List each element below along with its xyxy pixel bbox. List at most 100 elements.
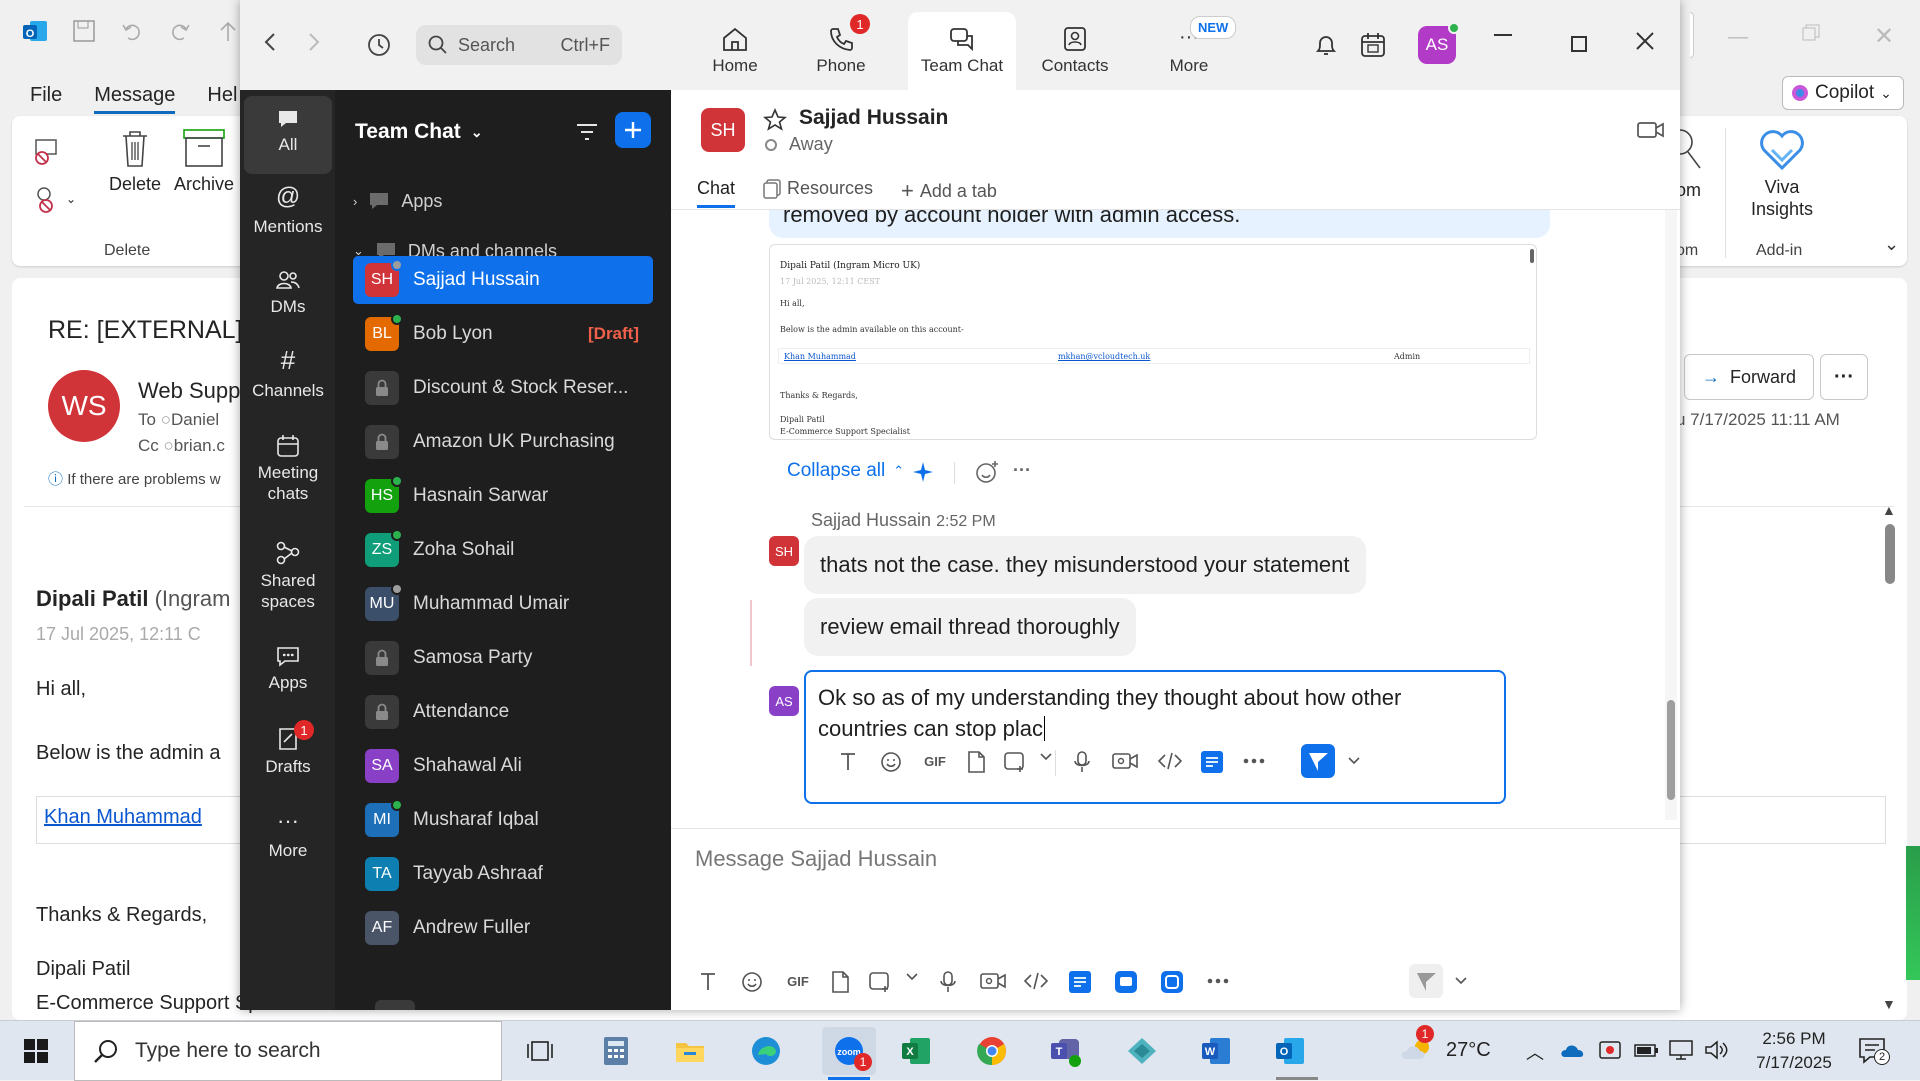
outlook-taskbar-icon[interactable]: O <box>1270 1031 1310 1071</box>
chat-list-item[interactable]: TA Tayyab Ashraaf <box>353 850 653 898</box>
menu-file[interactable]: File <box>30 84 62 114</box>
user-avatar[interactable]: AS <box>1418 22 1460 64</box>
weather-icon[interactable]: 1 <box>1400 1025 1436 1061</box>
chat-list-item[interactable]: Amazon UK Purchasing <box>353 418 653 466</box>
mail-scrollbar[interactable] <box>1885 524 1895 584</box>
back-icon[interactable] <box>262 30 278 54</box>
rail-shared-spaces[interactable]: Shared spaces <box>244 540 332 612</box>
reply-text[interactable]: Ok so as of my understanding they though… <box>818 682 1458 744</box>
tray-app-icon[interactable] <box>1598 1039 1622 1061</box>
minimize-icon[interactable] <box>1494 34 1512 36</box>
section-apps[interactable]: › Apps <box>353 190 442 212</box>
docs-app-icon[interactable] <box>1160 970 1184 994</box>
up-arrow-icon[interactable] <box>216 19 240 43</box>
chat-tab-chat[interactable]: Chat <box>697 178 736 208</box>
rail-drafts[interactable]: Drafts 1 <box>244 720 332 777</box>
ai-sparkle-icon[interactable] <box>911 460 935 484</box>
chat-list-item[interactable]: AF Andrew Fuller <box>353 904 653 952</box>
ribbon-expand-icon[interactable]: ⌄ <box>1884 234 1899 255</box>
network-icon[interactable] <box>1668 1039 1694 1061</box>
chat-list-item[interactable]: MU Muhammad Umair <box>353 580 653 628</box>
contact-avatar[interactable]: SH <box>701 108 745 152</box>
teal-app-icon[interactable] <box>1122 1031 1162 1071</box>
chat-list-item[interactable]: BL Bob Lyon [Draft] <box>353 310 653 358</box>
message-scrollbar[interactable] <box>1667 700 1675 800</box>
chat-list-item[interactable]: Samosa Party <box>353 634 653 682</box>
chevron-down-icon[interactable] <box>1454 974 1468 988</box>
chrome-icon[interactable] <box>972 1031 1012 1071</box>
word-icon[interactable]: W <box>1196 1031 1236 1071</box>
code-icon[interactable] <box>1157 750 1183 772</box>
copilot-button[interactable]: Copilot ⌄ <box>1782 76 1904 110</box>
outlook-min-icon[interactable]: — <box>1728 26 1748 49</box>
rail-all[interactable]: All <box>244 96 332 174</box>
send-disabled-icon[interactable] <box>1409 964 1443 998</box>
file-icon[interactable] <box>965 750 987 774</box>
windows-start-icon[interactable] <box>16 1031 56 1071</box>
block-sender-icon[interactable]: ⌄ <box>32 184 76 214</box>
calendar-icon[interactable] <box>1360 32 1386 58</box>
video-call-icon[interactable] <box>1637 120 1665 140</box>
chevron-down-icon[interactable] <box>905 970 919 984</box>
tab-team-chat[interactable]: Team Chat <box>908 12 1016 90</box>
outlook-close-icon[interactable]: ✕ <box>1874 22 1894 51</box>
ignore-icon[interactable] <box>32 136 62 166</box>
rail-mentions[interactable]: @ Mentions <box>244 185 332 237</box>
rail-apps[interactable]: Apps <box>244 644 332 693</box>
history-icon[interactable] <box>366 32 392 58</box>
weather-temp[interactable]: 27°C <box>1446 1039 1491 1062</box>
taskbar-clock[interactable]: 2:56 PM 7/17/2025 <box>1752 1027 1836 1075</box>
file-explorer-icon[interactable] <box>670 1031 710 1071</box>
maximize-icon[interactable] <box>1571 36 1587 52</box>
rail-meeting-chats[interactable]: Meeting chats <box>244 434 332 504</box>
edge-icon[interactable] <box>746 1031 786 1071</box>
text-format-icon[interactable] <box>837 750 859 772</box>
calculator-app-icon[interactable] <box>596 1031 636 1071</box>
message-avatar[interactable]: SH <box>769 536 799 566</box>
tab-contacts[interactable]: Contacts <box>1022 12 1128 90</box>
redo-icon[interactable] <box>168 19 192 43</box>
forward-button[interactable]: → Forward <box>1684 354 1814 400</box>
excel-icon[interactable]: X <box>896 1031 936 1071</box>
message-bubble-1[interactable]: thats not the case. they misunderstood y… <box>804 536 1366 594</box>
delete-button[interactable]: Delete <box>100 128 170 195</box>
chat-list-item[interactable]: MI Musharaf Iqbal <box>353 796 653 844</box>
chat-list-item[interactable]: SH Sajjad Hussain <box>353 256 653 304</box>
add-reaction-icon[interactable] <box>975 460 999 484</box>
zoom-app-icon[interactable]: zoom 1 <box>822 1027 876 1075</box>
body-admin-link[interactable]: Khan Muhammad <box>44 806 202 829</box>
notes-app-icon[interactable] <box>1200 750 1224 774</box>
send-icon[interactable] <box>1301 744 1335 778</box>
message-more-icon[interactable]: ··· <box>1013 460 1031 481</box>
compose-input[interactable]: Message Sajjad Hussain <box>695 846 937 872</box>
chat-list-item[interactable]: ZS Zoha Sohail <box>353 526 653 574</box>
screenshot-icon[interactable] <box>868 970 894 994</box>
file-icon[interactable] <box>829 970 851 994</box>
notes-app-icon[interactable] <box>1068 970 1092 994</box>
reply-editor[interactable]: Ok so as of my understanding they though… <box>804 670 1506 804</box>
more-icon[interactable] <box>1205 970 1231 992</box>
video-message-icon[interactable] <box>980 970 1006 992</box>
battery-icon[interactable] <box>1634 1041 1660 1059</box>
menu-message[interactable]: Message <box>94 84 176 114</box>
search-input[interactable]: Search Ctrl+F <box>416 25 622 65</box>
chevron-down-icon[interactable] <box>1347 754 1361 768</box>
menu-help[interactable]: Hel <box>207 84 237 114</box>
forward-nav-icon[interactable] <box>306 30 322 54</box>
close-icon[interactable] <box>1634 30 1656 52</box>
save-icon[interactable] <box>72 19 96 43</box>
onedrive-icon[interactable] <box>1560 1041 1586 1059</box>
chat-list-item[interactable]: SA Shahawal Ali <box>353 742 653 790</box>
message-bubble-2[interactable]: review email thread thoroughly <box>804 598 1136 656</box>
mic-icon[interactable] <box>1071 750 1093 774</box>
notification-icon[interactable]: 2 <box>1858 1037 1890 1065</box>
new-chat-button[interactable] <box>615 112 651 148</box>
screenshot-icon[interactable] <box>1003 750 1029 774</box>
viva-insights-button[interactable]: Viva Insights <box>1736 128 1828 220</box>
more-icon[interactable] <box>1241 750 1267 772</box>
scroll-down-icon[interactable]: ▼ <box>1882 996 1896 1012</box>
rail-dms[interactable]: DMs <box>244 268 332 317</box>
text-format-icon[interactable] <box>697 970 719 992</box>
chat-list-item[interactable]: Attendance <box>353 688 653 736</box>
emoji-icon[interactable] <box>879 750 903 774</box>
